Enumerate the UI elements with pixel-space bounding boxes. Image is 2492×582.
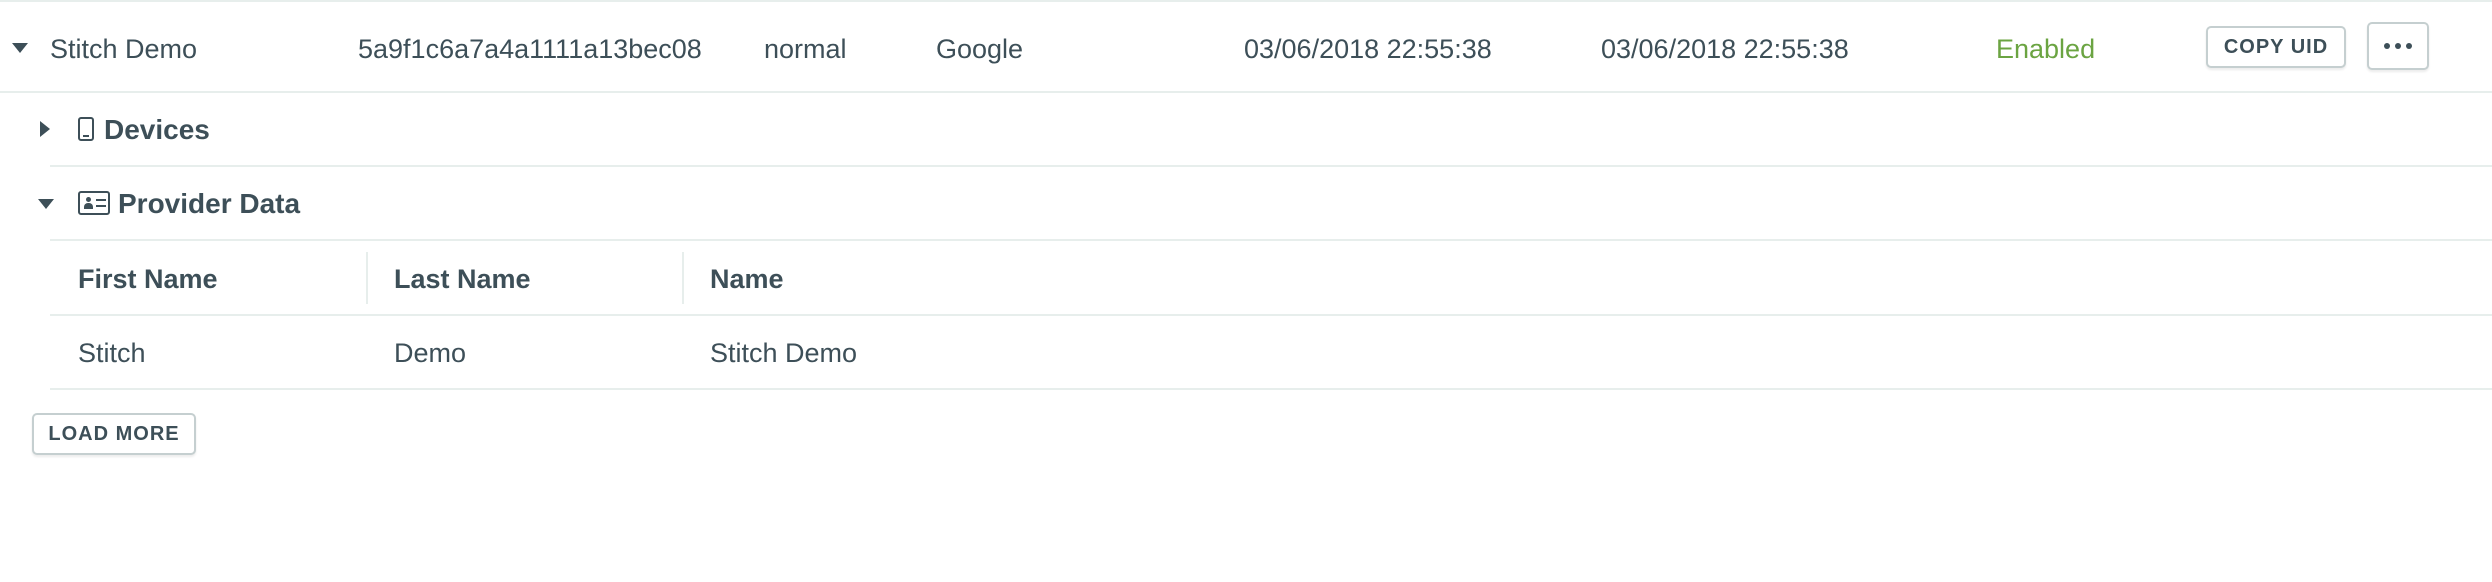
user-provider: Google	[936, 34, 1024, 64]
column-header-last-name: Last Name	[394, 264, 531, 294]
user-created-date: 03/06/2018 22:55:38	[1244, 34, 1492, 64]
collapse-caret-icon[interactable]	[12, 43, 28, 53]
user-uid: 5a9f1c6a7a4a1111a13bec08	[358, 34, 702, 64]
devices-section-header[interactable]: Devices	[40, 93, 2492, 167]
provider-data-section-title: Provider Data	[118, 188, 301, 219]
phone-icon	[78, 117, 94, 141]
cell-last-name: Demo	[394, 338, 467, 368]
column-header-first-name: First Name	[78, 264, 218, 294]
status-badge: Enabled	[1996, 34, 2096, 64]
provider-table-header: First Name Last Name Name	[50, 242, 2492, 316]
column-divider[interactable]	[682, 252, 684, 304]
more-options-button[interactable]	[2367, 22, 2429, 70]
provider-data-section-header[interactable]: Provider Data	[38, 167, 2492, 241]
cell-first-name: Stitch	[78, 338, 146, 368]
ellipsis-icon	[2384, 43, 2412, 49]
column-divider[interactable]	[366, 252, 368, 304]
user-last-login-date: 03/06/2018 22:55:38	[1601, 34, 1849, 64]
user-row[interactable]: Stitch Demo 5a9f1c6a7a4a1111a13bec08 nor…	[0, 2, 2492, 93]
expand-caret-icon[interactable]	[40, 121, 50, 137]
table-row: Stitch Demo Stitch Demo	[50, 316, 2492, 390]
column-header-name: Name	[710, 264, 784, 294]
user-type: normal	[764, 34, 847, 64]
collapse-caret-icon[interactable]	[38, 199, 54, 209]
user-name: Stitch Demo	[50, 34, 198, 64]
load-more-button[interactable]: LOAD MORE	[32, 413, 196, 455]
cell-name: Stitch Demo	[710, 338, 858, 368]
devices-section-title: Devices	[104, 114, 210, 145]
id-card-icon	[78, 191, 110, 215]
copy-uid-button[interactable]: COPY UID	[2206, 26, 2346, 68]
